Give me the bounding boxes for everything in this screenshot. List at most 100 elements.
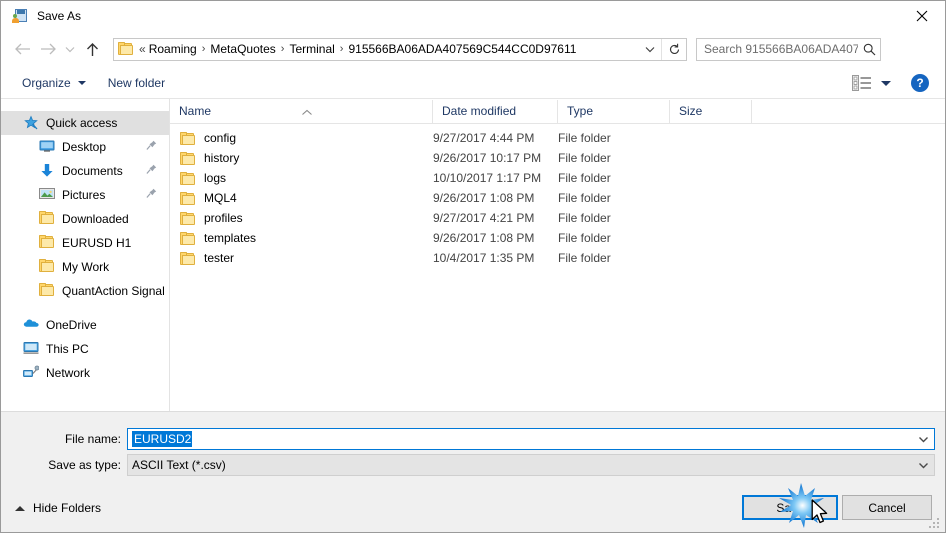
sidebar-item-quick-access[interactable]: Quick access — [1, 111, 169, 135]
title-bar: Save As — [1, 1, 945, 31]
close-icon[interactable] — [899, 1, 945, 31]
save-as-type-select[interactable]: ASCII Text (*.csv) — [127, 454, 935, 476]
save-as-icon — [12, 8, 28, 24]
breadcrumb-separator: › — [339, 43, 344, 55]
file-type-cell: File folder — [558, 231, 611, 245]
new-folder-button[interactable]: New folder — [101, 71, 172, 95]
recent-locations-button[interactable] — [61, 36, 79, 62]
search-placeholder: Search 915566BA06ADA40756... — [704, 42, 858, 56]
column-header-size[interactable]: Size — [670, 100, 752, 123]
sidebar-item-documents[interactable]: Documents — [1, 159, 169, 183]
sidebar-item-label: Documents — [62, 164, 123, 178]
network-icon — [23, 365, 40, 381]
sidebar-item-my-work[interactable]: My Work — [1, 255, 169, 279]
sidebar-divider — [1, 303, 169, 313]
column-header-date-modified[interactable]: Date modified — [433, 100, 558, 123]
window-title: Save As — [37, 9, 82, 23]
sidebar-item-downloaded[interactable]: Downloaded — [1, 207, 169, 231]
star-pin-icon — [23, 115, 39, 131]
sidebar-item-pictures[interactable]: Pictures — [1, 183, 169, 207]
search-input[interactable]: Search 915566BA06ADA40756... — [696, 37, 881, 61]
refresh-icon[interactable] — [661, 38, 686, 60]
file-date-cell: 9/26/2017 10:17 PM — [433, 151, 542, 165]
search-icon[interactable] — [858, 43, 880, 56]
up-button[interactable] — [79, 36, 105, 62]
save-button[interactable]: Save — [742, 495, 838, 520]
chevron-down-icon[interactable] — [881, 80, 891, 86]
breadcrumb-item-1[interactable]: MetaQuotes — [210, 42, 275, 56]
table-row[interactable]: profiles 9/27/2017 4:21 PM File folder — [170, 208, 945, 228]
sidebar-item-this-pc[interactable]: This PC — [1, 337, 169, 361]
folder-icon — [180, 191, 196, 205]
file-type-cell: File folder — [558, 251, 611, 265]
list-view-icon[interactable] — [852, 75, 872, 91]
breadcrumb-item-3[interactable]: 915566BA06ADA407569C544CC0D97611 — [348, 42, 576, 56]
file-type-cell: File folder — [558, 131, 611, 145]
file-date-cell: 10/4/2017 1:35 PM — [433, 251, 535, 265]
sort-ascending-icon — [301, 101, 313, 123]
sidebar-item-quantaction-signal[interactable]: QuantAction Signal — [1, 279, 169, 303]
file-name-value: EURUSD2 — [132, 431, 193, 447]
dialog-body: Quick access Desktop Documents Pictures … — [1, 99, 945, 411]
folder-icon — [39, 211, 55, 227]
file-name-cell: MQL4 — [170, 191, 433, 205]
folder-icon — [39, 283, 55, 299]
sidebar-item-eurusd-h1[interactable]: EURUSD H1 — [1, 231, 169, 255]
file-date-cell: 9/26/2017 1:08 PM — [433, 191, 535, 205]
breadcrumb-overflow[interactable]: « — [137, 42, 149, 56]
chevron-down-icon[interactable] — [639, 39, 661, 60]
cancel-button[interactable]: Cancel — [842, 495, 932, 520]
file-name-input[interactable]: EURUSD2 — [127, 428, 935, 450]
sidebar-item-label: Network — [46, 366, 91, 380]
column-header-label: Name — [179, 104, 212, 118]
pin-icon[interactable] — [146, 188, 157, 204]
table-row[interactable]: templates 9/26/2017 1:08 PM File folder — [170, 228, 945, 248]
table-row[interactable]: history 9/26/2017 10:17 PM File folder — [170, 148, 945, 168]
file-type-cell: File folder — [558, 191, 611, 205]
back-button[interactable] — [9, 36, 35, 62]
save-label: Save — [776, 500, 804, 515]
documents-icon — [39, 163, 55, 179]
table-row[interactable]: tester 10/4/2017 1:35 PM File folder — [170, 248, 945, 268]
folder-icon — [180, 211, 196, 225]
sidebar-item-desktop[interactable]: Desktop — [1, 135, 169, 159]
hide-folders-button[interactable]: Hide Folders — [15, 498, 101, 518]
organize-button[interactable]: Organize — [15, 71, 93, 95]
table-row[interactable]: config 9/27/2017 4:44 PM File folder — [170, 128, 945, 148]
breadcrumb-item-2[interactable]: Terminal — [289, 42, 334, 56]
file-name: logs — [204, 171, 227, 185]
breadcrumb-separator: › — [280, 43, 285, 55]
file-date-cell: 10/10/2017 1:17 PM — [433, 171, 542, 185]
pin-icon[interactable] — [146, 140, 157, 156]
file-name-cell: history — [170, 151, 433, 165]
hide-folders-label: Hide Folders — [33, 501, 102, 515]
table-row[interactable]: logs 10/10/2017 1:17 PM File folder — [170, 168, 945, 188]
chevron-down-icon — [77, 80, 86, 85]
file-type-cell: File folder — [558, 171, 611, 185]
file-name-cell: tester — [170, 251, 433, 265]
table-row[interactable]: MQL4 9/26/2017 1:08 PM File folder — [170, 188, 945, 208]
sidebar-item-label: Downloaded — [62, 212, 129, 226]
file-name-row: File name: EURUSD2 — [1, 428, 935, 450]
help-label: ? — [916, 76, 924, 90]
column-header-name[interactable]: Name — [170, 100, 433, 123]
folder-icon — [180, 251, 196, 265]
column-header-type[interactable]: Type — [558, 100, 670, 123]
sidebar-item-label-quantaction: QuantAction Signal — [62, 284, 165, 298]
chevron-down-icon[interactable] — [912, 436, 934, 443]
pin-icon[interactable] — [146, 164, 157, 180]
folder-icon — [39, 235, 55, 251]
help-icon[interactable]: ? — [911, 74, 929, 92]
address-bar[interactable]: « Roaming › MetaQuotes › Terminal › 9155… — [113, 37, 687, 61]
sidebar-item-network[interactable]: Network — [1, 361, 169, 385]
forward-button[interactable] — [35, 36, 61, 62]
chevron-down-icon[interactable] — [912, 462, 934, 469]
toolbar-right-group: ? — [852, 67, 945, 99]
file-name: MQL4 — [204, 191, 237, 205]
sidebar-item-label: Desktop — [62, 140, 107, 154]
breadcrumb-item-0[interactable]: Roaming — [149, 42, 197, 56]
sidebar-item-onedrive[interactable]: OneDrive — [1, 313, 169, 337]
file-list-pane: Name Date modified Type Size config 9/27… — [170, 99, 945, 411]
this-pc-icon — [23, 341, 39, 357]
save-as-type-label: Save as type: — [48, 458, 121, 472]
